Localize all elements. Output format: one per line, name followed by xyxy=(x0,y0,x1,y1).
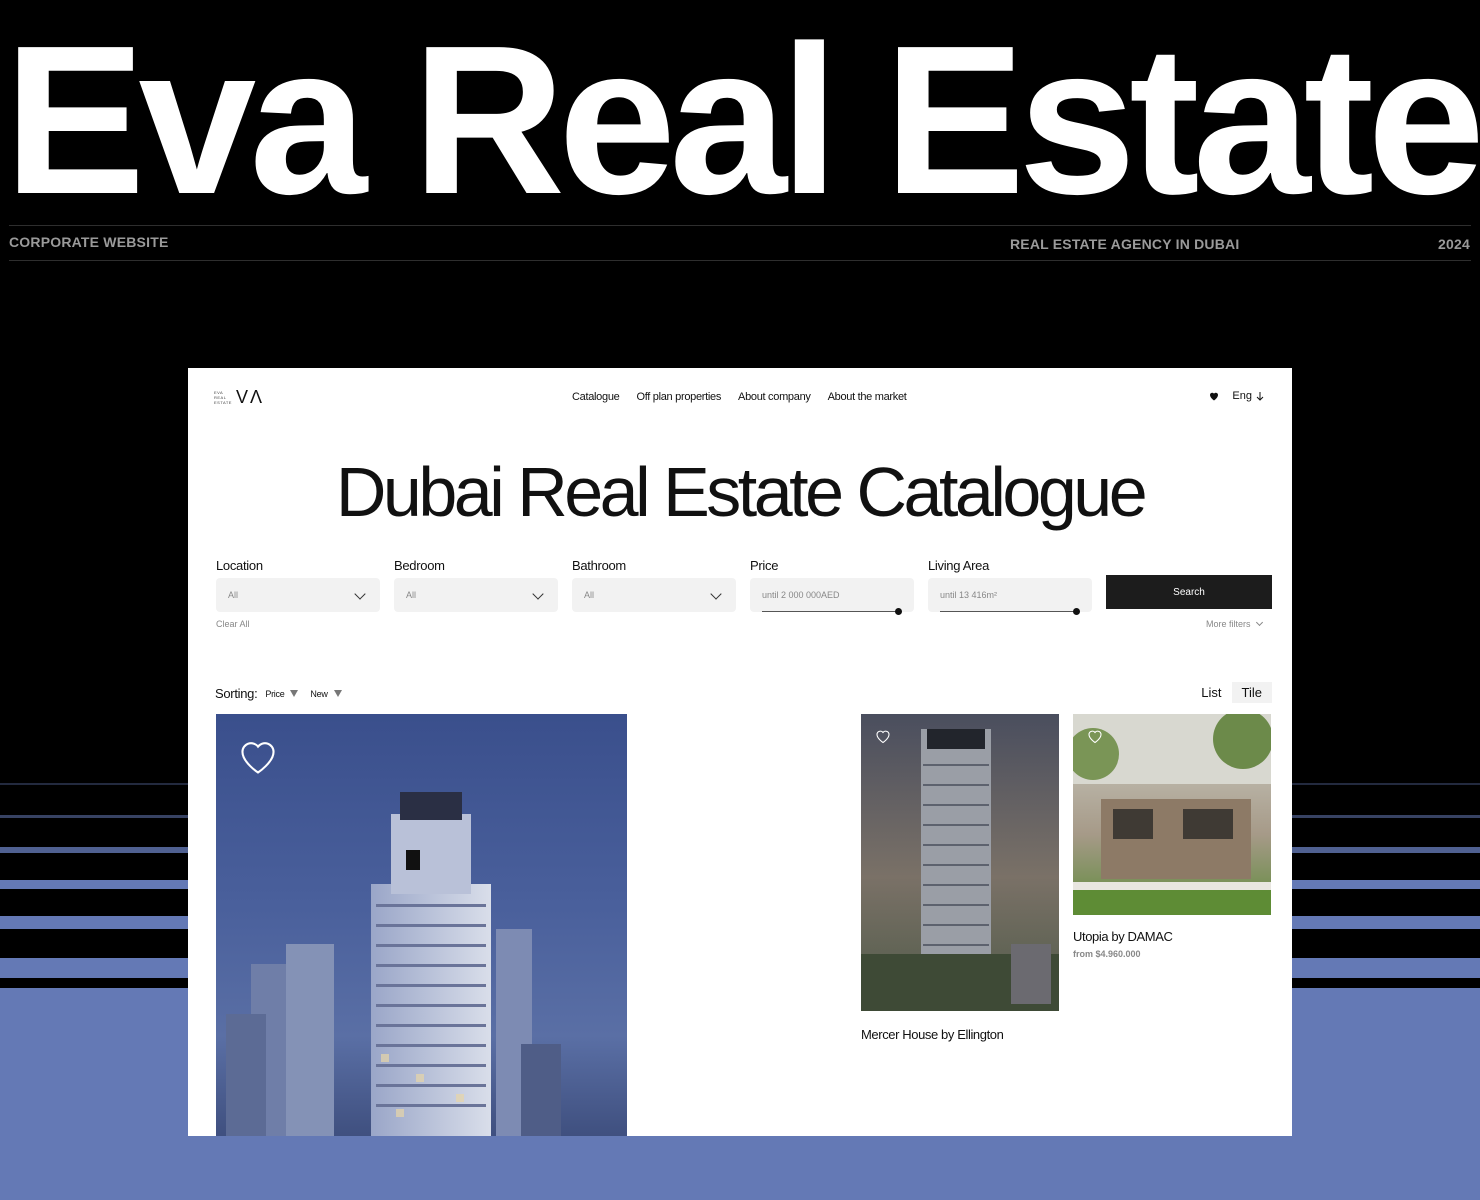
sort-option-label: Price xyxy=(265,688,285,699)
select-value: All xyxy=(584,590,595,600)
page-title: Dubai Real Estate Catalogue xyxy=(335,453,1148,531)
more-filters-label: More filters xyxy=(1205,619,1251,629)
logo-wordmark: EVA REAL ESTATE xyxy=(214,390,232,405)
heart-icon[interactable] xyxy=(1208,390,1220,402)
view-toggle: List Tile xyxy=(1191,682,1272,703)
heart-outline-icon[interactable] xyxy=(237,738,279,776)
hero-title: Eva Real Estate xyxy=(4,1,1480,238)
listing-title[interactable]: Mercer House by Ellington xyxy=(861,1027,1004,1042)
filter-label: Bathroom xyxy=(572,558,626,573)
filter-label: Price xyxy=(750,558,779,573)
slider-track xyxy=(762,611,900,612)
listing-card[interactable] xyxy=(1073,714,1271,915)
chevron-down-icon xyxy=(1255,618,1264,627)
sort-price[interactable]: Price xyxy=(265,688,299,699)
triangle-down-icon xyxy=(333,690,342,697)
slider-track xyxy=(940,611,1078,612)
hero-year: 2024 xyxy=(1438,236,1470,252)
nav-about-market[interactable]: About the market xyxy=(828,391,907,403)
divider xyxy=(9,225,1471,226)
heart-outline-icon[interactable] xyxy=(875,729,891,744)
chevron-down-icon xyxy=(354,588,366,600)
villa-image xyxy=(1073,714,1271,915)
search-button[interactable]: Search xyxy=(1106,575,1272,609)
location-select[interactable]: All xyxy=(216,578,380,612)
range-value: until 2 000 000AED xyxy=(762,590,840,600)
range-value: until 13 416m² xyxy=(940,590,998,600)
logo-mark: VΛ xyxy=(235,387,264,407)
listing-card-featured[interactable] xyxy=(216,714,627,1136)
header-actions: Eng xyxy=(1208,390,1264,402)
filter-label: Bedroom xyxy=(394,558,445,573)
sort-option-label: New xyxy=(310,688,328,699)
nav-catalogue[interactable]: Catalogue xyxy=(572,391,620,403)
divider xyxy=(9,260,1471,261)
view-tile-button[interactable]: Tile xyxy=(1231,682,1272,703)
listing-card[interactable] xyxy=(861,714,1059,1011)
more-filters-link[interactable]: More filters xyxy=(1205,618,1264,629)
chevron-down-icon xyxy=(532,588,544,600)
hero-category: CORPORATE WEBSITE xyxy=(9,234,169,250)
select-value: All xyxy=(406,590,417,600)
slider-handle[interactable] xyxy=(895,608,902,615)
listing-price: from $4.960.000 xyxy=(1073,949,1141,959)
price-range[interactable]: until 2 000 000AED xyxy=(750,578,914,615)
filter-label: Living Area xyxy=(928,558,990,573)
filter-label: Location xyxy=(216,558,263,573)
filter-bedroom: Bedroom All xyxy=(394,558,558,612)
living-area-range[interactable]: until 13 416m² xyxy=(928,578,1092,615)
filter-location: Location All xyxy=(216,558,380,612)
filter-price: Price until 2 000 000AED xyxy=(750,558,914,615)
language-selector[interactable]: Eng xyxy=(1232,390,1264,402)
bedroom-select[interactable]: All xyxy=(394,578,558,612)
nav-off-plan[interactable]: Off plan properties xyxy=(636,391,721,403)
tower-image xyxy=(861,729,1059,1011)
sorting-bar: Sorting: Price New xyxy=(215,686,342,701)
hero-subtitle: REAL ESTATE AGENCY IN DUBAI xyxy=(1010,236,1240,252)
slider-handle[interactable] xyxy=(1073,608,1080,615)
triangle-down-icon xyxy=(290,690,299,697)
language-label: Eng xyxy=(1232,390,1252,402)
sort-new[interactable]: New xyxy=(310,688,342,699)
filter-bathroom: Bathroom All xyxy=(572,558,736,612)
website-mockup: EVA REAL ESTATE VΛ Catalogue Off plan pr… xyxy=(188,368,1292,1136)
heart-outline-icon[interactable] xyxy=(1087,729,1103,744)
logo-line: ESTATE xyxy=(214,400,232,405)
listing-title[interactable]: Utopia by DAMAC xyxy=(1073,929,1173,944)
tower-image xyxy=(226,792,561,1136)
view-list-button[interactable]: List xyxy=(1191,682,1231,703)
bathroom-select[interactable]: All xyxy=(572,578,736,612)
main-nav: Catalogue Off plan properties About comp… xyxy=(572,391,907,403)
arrow-down-icon xyxy=(1256,391,1264,401)
select-value: All xyxy=(228,590,239,600)
nav-about-company[interactable]: About company xyxy=(738,391,811,403)
clear-all-link[interactable]: Clear All xyxy=(216,619,250,629)
site-logo[interactable]: EVA REAL ESTATE VΛ xyxy=(214,387,264,408)
presentation-stage: Eva Real Estate CORPORATE WEBSITE REAL E… xyxy=(0,0,1480,1200)
filter-living-area: Living Area until 13 416m² xyxy=(928,558,1092,615)
chevron-down-icon xyxy=(710,588,722,600)
sorting-label: Sorting: xyxy=(215,686,258,701)
